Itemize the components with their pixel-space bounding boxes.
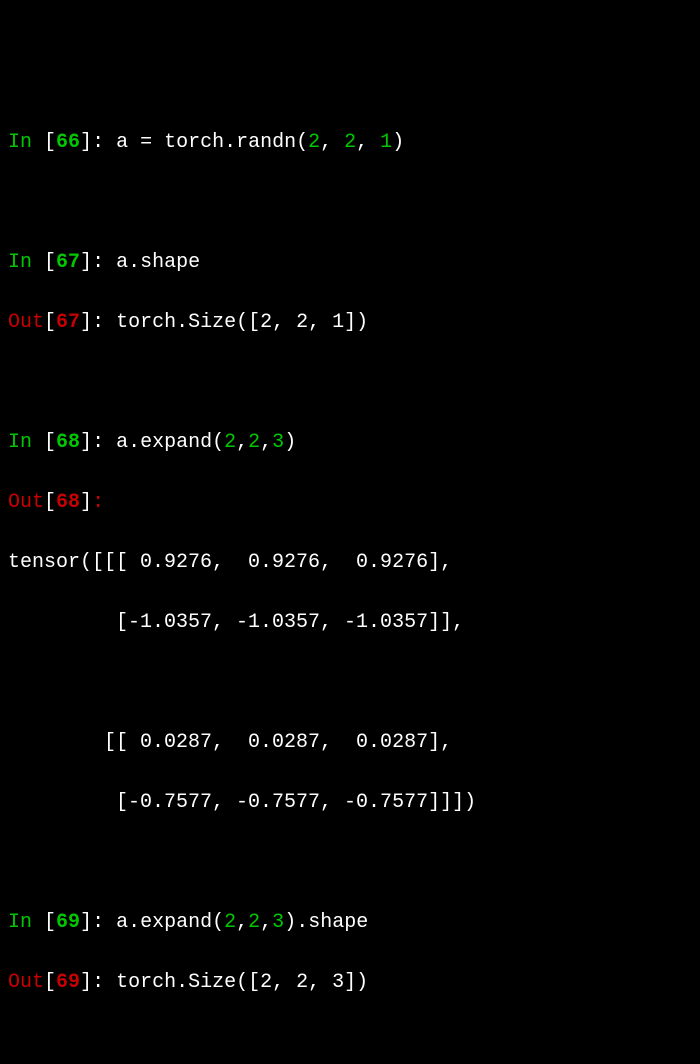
out-label: Out [8,971,44,994]
number-literal[interactable]: 1 [380,131,392,154]
code-text[interactable]: , [260,911,272,934]
code-text[interactable]: ).shape [284,911,368,934]
cell-69-out: Out[69]: torch.Size([2, 2, 3]) [8,968,692,998]
cell-67-out: Out[67]: torch.Size([2, 2, 1]) [8,308,692,338]
blank-line [8,188,692,218]
number-literal[interactable]: 2 [248,911,260,934]
in-label: In [8,251,44,274]
code-text[interactable]: , [320,131,344,154]
in-label: In [8,911,44,934]
colon: : [92,311,116,334]
cell-67-in: In [67]: a.shape [8,248,692,278]
code-text[interactable]: a.expand( [116,431,224,454]
code-text[interactable]: , [356,131,380,154]
number-literal[interactable]: 3 [272,911,284,934]
colon: : [92,491,116,514]
cell-69-in: In [69]: a.expand(2,2,3).shape [8,908,692,938]
number-literal[interactable]: 2 [308,131,320,154]
blank-line [8,848,692,878]
bracket: [ [44,251,56,274]
code-text[interactable]: ) [284,431,296,454]
cell-66: In [66]: a = torch.randn(2, 2, 1) [8,128,692,158]
bracket: ] [80,911,92,934]
colon: : [92,431,116,454]
bracket: [ [44,431,56,454]
bracket: [ [44,131,56,154]
code-text[interactable]: a.shape [116,251,200,274]
bracket: ] [80,491,92,514]
output-line: tensor([[[ 0.9276, 0.9276, 0.9276], [8,548,692,578]
bracket: [ [44,311,56,334]
out-label: Out [8,491,44,514]
number-literal[interactable]: 2 [224,431,236,454]
code-text[interactable]: a = torch.randn( [116,131,308,154]
colon: : [92,251,116,274]
cell-68-out-label: Out[68]: [8,488,692,518]
output-line: [[ 0.0287, 0.0287, 0.0287], [8,728,692,758]
output-line [8,668,692,698]
tensor-output: [-1.0357, -1.0357, -1.0357]], [8,611,464,634]
bracket: [ [44,491,56,514]
out-number: 68 [56,491,80,514]
blank-line [8,368,692,398]
code-text[interactable]: , [260,431,272,454]
output-line: [-1.0357, -1.0357, -1.0357]], [8,608,692,638]
in-number: 66 [56,131,80,154]
number-literal[interactable]: 2 [344,131,356,154]
tensor-output: [[ 0.0287, 0.0287, 0.0287], [8,731,452,754]
in-number: 68 [56,431,80,454]
in-number: 67 [56,251,80,274]
colon: : [92,911,116,934]
in-label: In [8,131,44,154]
number-literal[interactable]: 2 [224,911,236,934]
colon: : [92,131,116,154]
cell-68-in: In [68]: a.expand(2,2,3) [8,428,692,458]
out-label: Out [8,311,44,334]
output-text: torch.Size([2, 2, 1]) [116,311,368,334]
out-number: 69 [56,971,80,994]
colon: : [92,971,116,994]
code-text[interactable]: , [236,431,248,454]
bracket: ] [80,251,92,274]
tensor-output: tensor([[[ 0.9276, 0.9276, 0.9276], [8,551,452,574]
bracket: ] [80,971,92,994]
bracket: ] [80,311,92,334]
tensor-output: [-0.7577, -0.7577, -0.7577]]]) [8,791,476,814]
bracket: ] [80,131,92,154]
number-literal[interactable]: 3 [272,431,284,454]
out-number: 67 [56,311,80,334]
bracket: ] [80,431,92,454]
in-label: In [8,431,44,454]
code-text[interactable]: ) [392,131,404,154]
code-text[interactable]: a.expand( [116,911,224,934]
output-line: [-0.7577, -0.7577, -0.7577]]]) [8,788,692,818]
code-text[interactable]: , [236,911,248,934]
bracket: [ [44,971,56,994]
in-number: 69 [56,911,80,934]
bracket: [ [44,911,56,934]
output-text: torch.Size([2, 2, 3]) [116,971,368,994]
number-literal[interactable]: 2 [248,431,260,454]
